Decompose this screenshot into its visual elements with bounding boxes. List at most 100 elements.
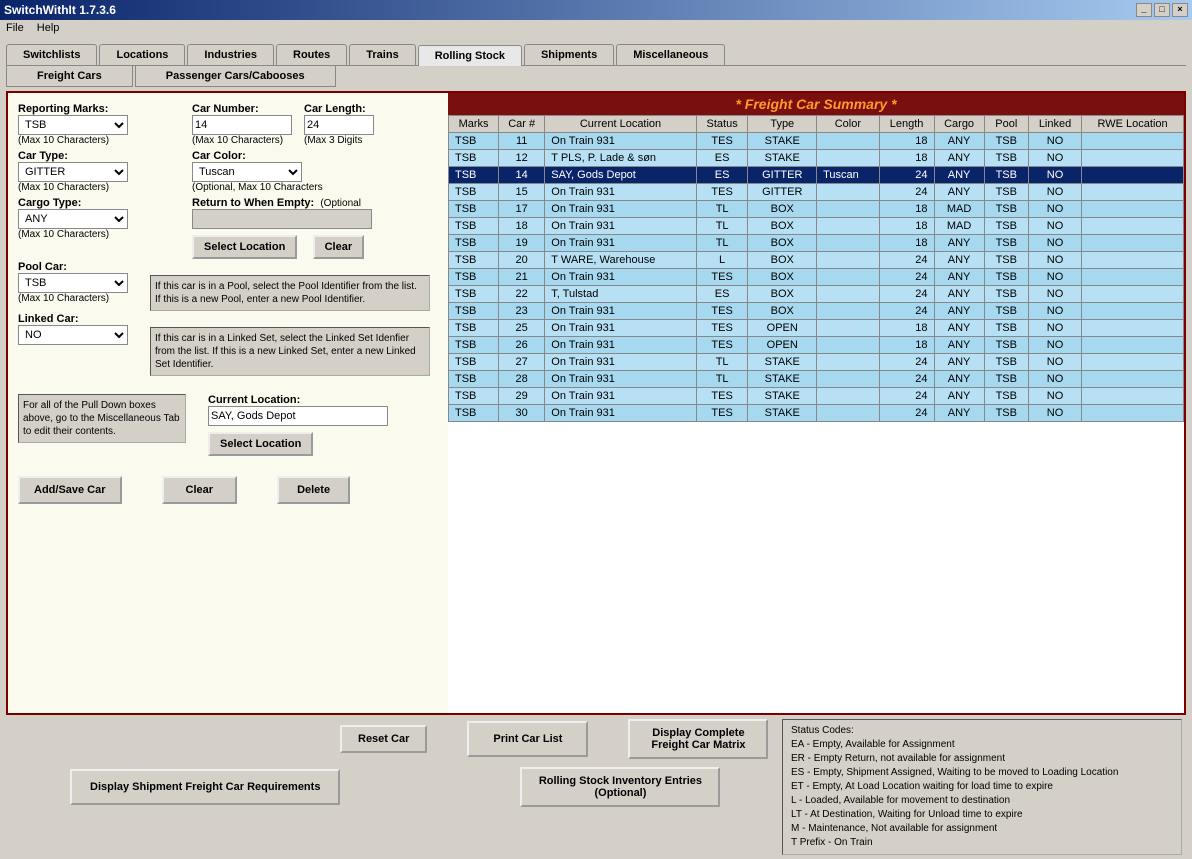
table-row[interactable]: TSB20T WARE, WarehouseLBOX24ANYTSBNO bbox=[449, 252, 1184, 269]
table-row[interactable]: TSB21On Train 931TESBOX24ANYTSBNO bbox=[449, 269, 1184, 286]
col-rwe-location[interactable]: RWE Location bbox=[1082, 116, 1184, 133]
col-cargo[interactable]: Cargo bbox=[934, 116, 984, 133]
summary-title: * Freight Car Summary * bbox=[448, 93, 1184, 115]
summary-pane: * Freight Car Summary * MarksCar #Curren… bbox=[448, 93, 1184, 713]
sub-tabs: Freight CarsPassenger Cars/Cabooses bbox=[6, 66, 1186, 87]
subtab-passenger-cars-cabooses[interactable]: Passenger Cars/Cabooses bbox=[135, 66, 336, 87]
table-row[interactable]: TSB12T PLS, P. Lade & sønESSTAKE18ANYTSB… bbox=[449, 150, 1184, 167]
select-location-button-2[interactable]: Select Location bbox=[208, 432, 313, 456]
status-codes-title: Status Codes: bbox=[791, 724, 1173, 738]
delete-button[interactable]: Delete bbox=[277, 476, 350, 504]
main-tabs: SwitchlistsLocationsIndustriesRoutesTrai… bbox=[6, 44, 1186, 66]
return-empty-input[interactable] bbox=[192, 209, 372, 229]
pulldown-note: For all of the Pull Down boxes above, go… bbox=[18, 394, 186, 443]
table-row[interactable]: TSB19On Train 931TLBOX18ANYTSBNO bbox=[449, 235, 1184, 252]
status-code-line: ET - Empty, At Load Location waiting for… bbox=[791, 780, 1173, 794]
status-code-line: M - Maintenance, Not available for assig… bbox=[791, 822, 1173, 836]
linked-car-select[interactable]: NO bbox=[18, 325, 128, 345]
status-code-line: L - Loaded, Available for movement to de… bbox=[791, 794, 1173, 808]
display-requirements-button[interactable]: Display Shipment Freight Car Requirement… bbox=[70, 769, 340, 805]
status-code-line: ER - Empty Return, not available for ass… bbox=[791, 752, 1173, 766]
table-row[interactable]: TSB23On Train 931TESBOX24ANYTSBNO bbox=[449, 303, 1184, 320]
menubar: File Help bbox=[0, 20, 1192, 38]
col-car-[interactable]: Car # bbox=[499, 116, 545, 133]
col-linked[interactable]: Linked bbox=[1028, 116, 1081, 133]
table-row[interactable]: TSB29On Train 931TESSTAKE24ANYTSBNO bbox=[449, 388, 1184, 405]
clear-form-button[interactable]: Clear bbox=[162, 476, 238, 504]
table-row[interactable]: TSB14SAY, Gods DepotESGITTERTuscan24ANYT… bbox=[449, 167, 1184, 184]
current-location-input[interactable] bbox=[208, 406, 388, 426]
tab-rolling-stock[interactable]: Rolling Stock bbox=[418, 45, 522, 66]
pool-car-select[interactable]: TSB bbox=[18, 273, 128, 293]
inventory-entries-button[interactable]: Rolling Stock Inventory Entries (Optiona… bbox=[520, 767, 720, 807]
tab-shipments[interactable]: Shipments bbox=[524, 44, 614, 65]
subtab-freight-cars[interactable]: Freight Cars bbox=[6, 66, 133, 87]
car-length-input[interactable] bbox=[304, 115, 374, 135]
clear-button[interactable]: Clear bbox=[313, 235, 365, 259]
tab-routes[interactable]: Routes bbox=[276, 44, 347, 65]
maximize-button[interactable]: □ bbox=[1154, 3, 1170, 17]
reporting-marks-hint: (Max 10 Characters) bbox=[18, 135, 128, 146]
tab-industries[interactable]: Industries bbox=[187, 44, 274, 65]
linked-help-text: If this car is in a Linked Set, select t… bbox=[150, 327, 430, 376]
menu-help[interactable]: Help bbox=[37, 22, 60, 34]
cargo-type-select[interactable]: ANY bbox=[18, 209, 128, 229]
car-type-label: Car Type: bbox=[18, 150, 128, 162]
car-type-hint: (Max 10 Characters) bbox=[18, 182, 128, 193]
col-status[interactable]: Status bbox=[696, 116, 748, 133]
minimize-button[interactable]: _ bbox=[1136, 3, 1152, 17]
table-row[interactable]: TSB18On Train 931TLBOX18MADTSBNO bbox=[449, 218, 1184, 235]
current-location-label: Current Location: bbox=[208, 394, 388, 406]
car-number-hint: (Max 10 Characters) bbox=[192, 135, 292, 146]
car-color-label: Car Color: bbox=[192, 150, 323, 162]
table-row[interactable]: TSB17On Train 931TLBOX18MADTSBNO bbox=[449, 201, 1184, 218]
status-code-line: T Prefix - On Train bbox=[791, 836, 1173, 850]
table-row[interactable]: TSB11On Train 931TESSTAKE18ANYTSBNO bbox=[449, 133, 1184, 150]
add-save-car-button[interactable]: Add/Save Car bbox=[18, 476, 122, 504]
col-type[interactable]: Type bbox=[748, 116, 817, 133]
col-pool[interactable]: Pool bbox=[984, 116, 1028, 133]
table-row[interactable]: TSB28On Train 931TLSTAKE24ANYTSBNO bbox=[449, 371, 1184, 388]
return-empty-label: Return to When Empty: bbox=[192, 197, 314, 209]
car-type-select[interactable]: GITTER bbox=[18, 162, 128, 182]
table-row[interactable]: TSB15On Train 931TESGITTER24ANYTSBNO bbox=[449, 184, 1184, 201]
pool-car-hint: (Max 10 Characters) bbox=[18, 293, 128, 304]
display-matrix-button[interactable]: Display Complete Freight Car Matrix bbox=[628, 719, 768, 759]
form-pane: Reporting Marks: TSB (Max 10 Characters)… bbox=[8, 93, 448, 713]
print-car-list-button[interactable]: Print Car List bbox=[467, 721, 588, 757]
col-length[interactable]: Length bbox=[879, 116, 934, 133]
reporting-marks-select[interactable]: TSB bbox=[18, 115, 128, 135]
tab-trains[interactable]: Trains bbox=[349, 44, 415, 65]
cargo-type-hint: (Max 10 Characters) bbox=[18, 229, 128, 240]
table-row[interactable]: TSB25On Train 931TESOPEN18ANYTSBNO bbox=[449, 320, 1184, 337]
status-code-line: LT - At Destination, Waiting for Unload … bbox=[791, 808, 1173, 822]
car-length-hint: (Max 3 Digits bbox=[304, 135, 374, 146]
car-color-select[interactable]: Tuscan bbox=[192, 162, 302, 182]
car-number-input[interactable] bbox=[192, 115, 292, 135]
status-code-line: ES - Empty, Shipment Assigned, Waiting t… bbox=[791, 766, 1173, 780]
reporting-marks-label: Reporting Marks: bbox=[18, 103, 128, 115]
table-row[interactable]: TSB26On Train 931TESOPEN18ANYTSBNO bbox=[449, 337, 1184, 354]
pool-help-text: If this car is in a Pool, select the Poo… bbox=[150, 275, 430, 311]
col-marks[interactable]: Marks bbox=[449, 116, 499, 133]
col-color[interactable]: Color bbox=[817, 116, 880, 133]
select-location-button[interactable]: Select Location bbox=[192, 235, 297, 259]
tab-miscellaneous[interactable]: Miscellaneous bbox=[616, 44, 725, 65]
car-number-label: Car Number: bbox=[192, 103, 292, 115]
car-length-label: Car Length: bbox=[304, 103, 374, 115]
reset-car-button[interactable]: Reset Car bbox=[340, 725, 427, 753]
table-row[interactable]: TSB30On Train 931TESSTAKE24ANYTSBNO bbox=[449, 405, 1184, 422]
car-color-hint: (Optional, Max 10 Characters bbox=[192, 182, 323, 193]
menu-file[interactable]: File bbox=[6, 22, 24, 34]
titlebar: SwitchWithIt 1.7.3.6 _ □ × bbox=[0, 0, 1192, 20]
status-code-line: EA - Empty, Available for Assignment bbox=[791, 738, 1173, 752]
close-button[interactable]: × bbox=[1172, 3, 1188, 17]
table-row[interactable]: TSB22T, TulstadESBOX24ANYTSBNO bbox=[449, 286, 1184, 303]
pool-car-label: Pool Car: bbox=[18, 261, 128, 273]
table-row[interactable]: TSB27On Train 931TLSTAKE24ANYTSBNO bbox=[449, 354, 1184, 371]
col-current-location[interactable]: Current Location bbox=[545, 116, 697, 133]
cargo-type-label: Cargo Type: bbox=[18, 197, 128, 209]
tab-locations[interactable]: Locations bbox=[99, 44, 185, 65]
linked-car-label: Linked Car: bbox=[18, 313, 128, 325]
tab-switchlists[interactable]: Switchlists bbox=[6, 44, 97, 65]
